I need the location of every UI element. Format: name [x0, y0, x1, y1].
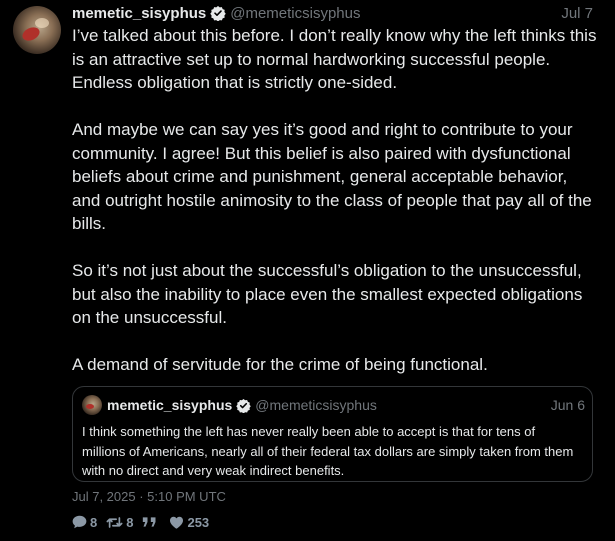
verified-badge-icon	[236, 398, 252, 413]
post-body: I’ve talked about this before. I don’t r…	[72, 24, 597, 377]
quoted-author-avatar[interactable]	[82, 395, 102, 415]
quoted-author-handle[interactable]: @memeticsisyphus	[255, 397, 377, 413]
post-timestamp[interactable]: Jul 7, 2025 · 5:10 PM UTC	[72, 489, 226, 504]
verified-badge-icon	[210, 6, 226, 21]
author-avatar[interactable]	[13, 6, 61, 54]
like-button[interactable]: 253	[169, 515, 209, 530]
quoted-post-header: memetic_sisyphus @memeticsisyphus Jun 6	[107, 395, 585, 415]
quote-button[interactable]	[142, 516, 160, 528]
avatar-detail	[86, 404, 94, 409]
like-count: 253	[187, 514, 210, 530]
post-paragraph: I’ve talked about this before. I don’t r…	[72, 26, 597, 92]
quoted-post[interactable]: memetic_sisyphus @memeticsisyphus Jun 6 …	[72, 386, 593, 482]
post-paragraph: A demand of servitude for the crime of b…	[72, 355, 488, 374]
quoted-author-display-name[interactable]: memetic_sisyphus	[107, 397, 232, 413]
retweet-icon	[106, 516, 123, 528]
like-icon	[170, 516, 184, 529]
post-paragraph: And maybe we can say yes it’s good and r…	[72, 120, 592, 233]
reply-button[interactable]: 8	[72, 515, 97, 530]
avatar-highlight	[35, 18, 49, 28]
author-handle[interactable]: @memeticsisyphus	[230, 5, 360, 22]
author-display-name[interactable]: memetic_sisyphus	[72, 5, 206, 22]
post-header: memetic_sisyphus @memeticsisyphus Jul 7	[72, 4, 593, 22]
action-bar: 8 8 253	[72, 513, 218, 531]
post-paragraph: So it’s not just about the successful’s …	[72, 261, 583, 327]
retweet-button[interactable]: 8	[106, 515, 133, 530]
reply-icon	[72, 515, 87, 529]
post-date[interactable]: Jul 7	[561, 5, 593, 22]
quoted-post-text: I think something the left has never rea…	[82, 424, 574, 478]
retweet-count: 8	[126, 514, 134, 530]
quote-icon	[143, 517, 156, 527]
quoted-post-date[interactable]: Jun 6	[551, 397, 585, 413]
reply-count: 8	[90, 514, 98, 530]
